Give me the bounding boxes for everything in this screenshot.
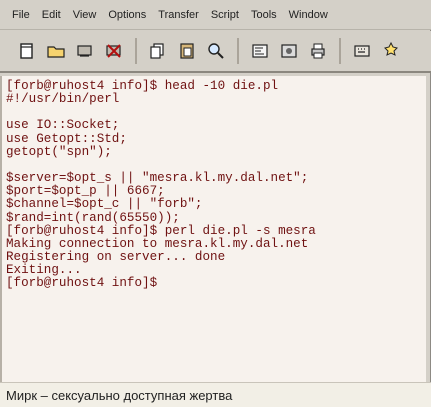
terminal-line: [forb@ruhost4 info]$ [6, 276, 158, 291]
menu-tools[interactable]: Tools [251, 9, 277, 21]
terminal-line: [forb@ruhost4 info]$ perl die.pl -s mesr… [6, 223, 316, 238]
toolbar-separator [135, 38, 137, 64]
new-file-icon[interactable] [16, 40, 38, 62]
terminal-line: use Getopt::Std; [6, 131, 127, 146]
print-icon[interactable] [307, 40, 329, 62]
copy-icon[interactable] [147, 40, 169, 62]
image-caption: Мирк – сексуально доступная жертва [0, 382, 431, 407]
close-session-icon[interactable] [74, 40, 96, 62]
options-icon[interactable] [380, 40, 402, 62]
terminal-line: $channel=$opt_c || "forb"; [6, 197, 203, 212]
menu-script[interactable]: Script [211, 9, 239, 21]
menu-file[interactable]: File [12, 9, 30, 21]
find-icon[interactable] [205, 40, 227, 62]
menu-bar: File Edit View Options Transfer Script T… [0, 0, 431, 30]
toolbar [0, 31, 431, 73]
toolbar-separator [339, 38, 341, 64]
menu-transfer[interactable]: Transfer [158, 9, 199, 21]
toolbar-separator [237, 38, 239, 64]
keymap-icon[interactable] [351, 40, 373, 62]
disconnect-icon[interactable] [103, 40, 125, 62]
menu-options[interactable]: Options [108, 9, 146, 21]
menu-view[interactable]: View [73, 9, 97, 21]
page: File Edit View Options Transfer Script T… [0, 0, 431, 407]
terminal-output[interactable]: [forb@ruhost4 info]$ head -10 die.pl #!/… [0, 76, 426, 382]
menu-window[interactable]: Window [289, 9, 328, 21]
properties-icon[interactable] [249, 40, 271, 62]
settings-icon[interactable] [278, 40, 300, 62]
terminal-line: $rand=int(rand(65550)); [6, 210, 180, 225]
terminal-line: #!/usr/bin/perl [6, 92, 120, 107]
terminal-line: use IO::Socket; [6, 118, 120, 133]
terminal-window: File Edit View Options Transfer Script T… [0, 0, 431, 382]
terminal-line: getopt("spn"); [6, 144, 112, 159]
paste-icon[interactable] [176, 40, 198, 62]
open-folder-icon[interactable] [45, 40, 67, 62]
caption-text: Мирк – сексуально доступная жертва [6, 387, 233, 403]
menu-edit[interactable]: Edit [42, 9, 61, 21]
